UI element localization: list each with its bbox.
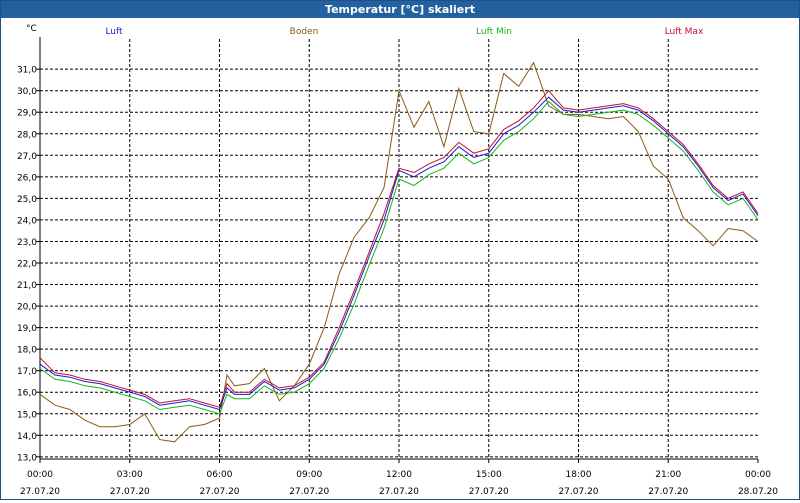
x-tick-time-label: 03:00 [117, 470, 143, 480]
x-tick-date-label: 27.07.20 [648, 487, 688, 497]
x-tick-date-label: 27.07.20 [558, 487, 598, 497]
x-tick-time-label: 15:00 [476, 470, 502, 480]
x-tick-time-label: 12:00 [386, 470, 412, 480]
x-tick-date-label: 27.07.20 [379, 487, 419, 497]
y-tick-label: 29,0 [17, 109, 37, 119]
legend-entry: Boden [290, 27, 319, 37]
x-tick-date-label: 28.07.20 [738, 487, 778, 497]
x-tick-date-label: 27.07.20 [469, 487, 509, 497]
y-tick-label: 30,0 [17, 87, 37, 97]
y-tick-label: 23,0 [17, 238, 37, 248]
x-tick-time-label: 18:00 [566, 470, 592, 480]
y-tick-label: 26,0 [17, 173, 37, 183]
y-tick-label: 19,0 [17, 324, 37, 334]
y-tick-label: 17,0 [17, 367, 37, 377]
y-tick-label: 24,0 [17, 216, 37, 226]
y-tick-label: 14,0 [17, 432, 37, 442]
y-tick-label: 22,0 [17, 260, 37, 270]
x-tick-time-label: 21:00 [655, 470, 681, 480]
y-tick-label: 20,0 [17, 303, 37, 313]
y-tick-label: 28,0 [17, 130, 37, 140]
y-tick-label: 16,0 [17, 389, 37, 399]
y-tick-label: 21,0 [17, 281, 37, 291]
x-tick-date-label: 27.07.20 [110, 487, 150, 497]
legend-entry: Luft Max [665, 27, 704, 37]
x-tick-time-label: 06:00 [207, 470, 233, 480]
legend-entry: Luft [105, 27, 123, 37]
y-tick-label: 27,0 [17, 152, 37, 162]
y-tick-label: 15,0 [17, 410, 37, 420]
chart-window: Temperatur [°C] skaliert 13,0 14,0 15,0 16,… [0, 0, 800, 500]
y-tick-label: 13,0 [17, 453, 37, 463]
x-tick-date-label: 27.07.20 [199, 487, 239, 497]
y-tick-label: 31,0 [17, 66, 37, 76]
x-tick-time-label: 09:00 [296, 470, 322, 480]
chart-area: 13,0 14,0 15,0 16,0 17,0 18,0 19,0 20,0 21,0 22,0… [1, 18, 799, 499]
y-tick-label: 25,0 [17, 195, 37, 205]
y-tick-label: 18,0 [17, 346, 37, 356]
x-tick-date-label: 27.07.20 [20, 487, 60, 497]
legend-entry: Luft Min [476, 27, 512, 37]
x-tick-time-label: 00:00 [27, 470, 53, 480]
chart-title-bar: Temperatur [°C] skaliert [1, 1, 799, 18]
temperature-chart: 13,0 14,0 15,0 16,0 17,0 18,0 19,0 20,0 21,0 22,0… [17, 24, 778, 497]
x-tick-date-label: 27.07.20 [289, 487, 329, 497]
x-tick-time-label: 00:00 [745, 470, 771, 480]
y-axis-unit-label: °C [26, 24, 37, 34]
